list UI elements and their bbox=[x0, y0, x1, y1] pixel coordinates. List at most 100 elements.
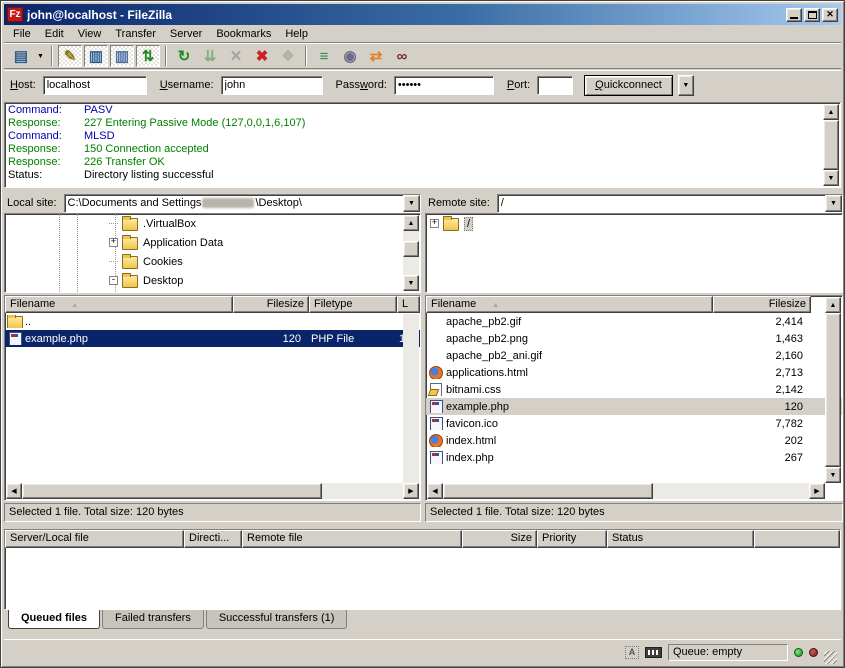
tree-expand-plus-icon[interactable]: + bbox=[109, 238, 118, 247]
local-list-vscrollbar[interactable] bbox=[403, 314, 419, 483]
toggle-queue-icon[interactable]: ⇅ bbox=[136, 45, 160, 67]
disconnect-icon[interactable]: ✖ bbox=[250, 45, 274, 67]
local-tree-scroll-thumb[interactable] bbox=[403, 241, 419, 257]
log-lines: Command:PASVResponse:227 Entering Passiv… bbox=[5, 103, 840, 182]
scroll-left-icon[interactable]: ◀ bbox=[427, 483, 443, 499]
column-header-filesize[interactable]: Filesize bbox=[233, 296, 309, 313]
password-input[interactable] bbox=[394, 76, 494, 95]
toggle-local-tree-icon[interactable]: ▥ bbox=[84, 45, 108, 67]
file-row[interactable]: index.html202 bbox=[426, 432, 842, 449]
scroll-down-icon[interactable]: ▼ bbox=[823, 170, 839, 186]
scroll-down-icon[interactable]: ▼ bbox=[403, 275, 419, 291]
speed-limits-icon[interactable] bbox=[645, 647, 662, 658]
scroll-right-icon[interactable]: ▶ bbox=[403, 483, 419, 499]
process-queue-icon[interactable]: ⇊ bbox=[198, 45, 222, 67]
tree-item[interactable]: -Desktop bbox=[5, 271, 420, 290]
menu-edit[interactable]: Edit bbox=[38, 26, 71, 42]
local-hscroll-thumb[interactable] bbox=[22, 483, 322, 499]
file-row[interactable]: .. bbox=[5, 313, 420, 330]
site-manager-icon[interactable]: ▤ bbox=[9, 45, 33, 67]
refresh-icon[interactable]: ↻ bbox=[172, 45, 196, 67]
file-row[interactable]: index.php267 bbox=[426, 449, 842, 466]
synchronized-browsing-icon[interactable]: ⇄ bbox=[364, 45, 388, 67]
remote-site-combo[interactable]: / ▼ bbox=[497, 194, 843, 213]
tree-item[interactable]: +/ bbox=[426, 214, 842, 233]
remote-combo-dropdown[interactable]: ▼ bbox=[825, 195, 842, 212]
close-button[interactable]: ✕ bbox=[822, 8, 838, 22]
menu-transfer[interactable]: Transfer bbox=[108, 26, 163, 42]
queue-column-priority[interactable]: Priority bbox=[537, 530, 607, 548]
local-tree-vscrollbar[interactable]: ▲ ▼ bbox=[403, 215, 419, 291]
resize-grip[interactable] bbox=[824, 651, 837, 664]
directory-filters-icon[interactable]: ≡ bbox=[312, 45, 336, 67]
scroll-down-icon[interactable]: ▼ bbox=[825, 467, 841, 483]
site-manager-dropdown-icon[interactable]: ▼ bbox=[34, 45, 47, 67]
column-header-filename[interactable]: Filename▲ bbox=[5, 296, 233, 313]
quickconnect-button[interactable]: Quickconnect bbox=[584, 75, 673, 96]
menu-bookmarks[interactable]: Bookmarks bbox=[209, 26, 278, 42]
toggle-remote-tree-icon[interactable]: ▥ bbox=[110, 45, 134, 67]
file-type: PHP File bbox=[309, 333, 397, 345]
menu-view[interactable]: View bbox=[71, 26, 109, 42]
port-input[interactable] bbox=[537, 76, 573, 95]
tree-item[interactable]: Cookies bbox=[5, 252, 420, 271]
file-row[interactable]: bitnami.css2,142 bbox=[426, 381, 842, 398]
column-header-l[interactable]: L bbox=[397, 296, 420, 313]
file-row[interactable]: apache_pb2_ani.gif2,160 bbox=[426, 347, 842, 364]
file-row[interactable]: favicon.ico7,782 bbox=[426, 415, 842, 432]
log-scroll-thumb[interactable] bbox=[823, 120, 839, 170]
column-header-filetype[interactable]: Filetype bbox=[309, 296, 397, 313]
menu-file[interactable]: File bbox=[6, 26, 38, 42]
file-row[interactable]: example.php120PHP File1 bbox=[5, 330, 420, 347]
tree-collapse-minus-icon[interactable]: - bbox=[109, 276, 118, 285]
queue-column-directi[interactable]: Directi... bbox=[184, 530, 242, 548]
queue-column-status[interactable]: Status bbox=[607, 530, 754, 548]
remote-hscroll-thumb[interactable] bbox=[443, 483, 653, 499]
log-vscrollbar[interactable]: ▲ ▼ bbox=[823, 104, 839, 186]
scroll-up-icon[interactable]: ▲ bbox=[825, 297, 841, 313]
cancel-operation-icon[interactable]: ✕ bbox=[224, 45, 248, 67]
quickconnect-dropdown-button[interactable]: ▼ bbox=[678, 75, 694, 96]
tree-expand-plus-icon[interactable]: + bbox=[430, 219, 439, 228]
column-header-filename[interactable]: Filename▲ bbox=[426, 296, 713, 313]
maximize-button[interactable] bbox=[804, 8, 820, 22]
menu-server[interactable]: Server bbox=[163, 26, 209, 42]
file-row[interactable]: apache_pb2.png1,463 bbox=[426, 330, 842, 347]
file-row[interactable]: example.php120 bbox=[426, 398, 842, 415]
file-row[interactable]: applications.html2,713 bbox=[426, 364, 842, 381]
file-name-text: example.php bbox=[25, 333, 88, 345]
local-list-hscrollbar[interactable]: ◀ ▶ bbox=[6, 483, 419, 499]
scroll-right-icon[interactable]: ▶ bbox=[809, 483, 825, 499]
remote-list-hscrollbar[interactable]: ◀ ▶ bbox=[427, 483, 825, 499]
queue-column-serverlocalfile[interactable]: Server/Local file bbox=[5, 530, 184, 548]
file-size-text: 120 bbox=[785, 401, 803, 413]
local-site-combo[interactable]: C:\Documents and Settings\Desktop\ ▼ bbox=[64, 194, 421, 213]
host-input[interactable] bbox=[43, 76, 147, 95]
remote-list-vscrollbar[interactable]: ▲ ▼ bbox=[825, 297, 841, 483]
tab-queued-files[interactable]: Queued files bbox=[8, 610, 100, 629]
scroll-left-icon[interactable]: ◀ bbox=[6, 483, 22, 499]
tree-item[interactable]: .VirtualBox bbox=[5, 214, 420, 233]
file-row[interactable]: apache_pb2.gif2,414 bbox=[426, 313, 842, 330]
scroll-up-icon[interactable]: ▲ bbox=[823, 104, 839, 120]
remote-vscroll-thumb[interactable] bbox=[825, 313, 841, 467]
firefox-html-icon bbox=[428, 434, 443, 447]
directory-comparison-icon[interactable]: ◉ bbox=[338, 45, 362, 67]
file-name: index.php bbox=[426, 451, 713, 464]
reconnect-icon[interactable]: ❖ bbox=[276, 45, 300, 67]
find-files-icon[interactable]: ∞ bbox=[390, 45, 414, 67]
php-file-icon bbox=[428, 451, 443, 464]
toggle-message-log-icon[interactable]: ✎ bbox=[58, 45, 82, 67]
minimize-button[interactable] bbox=[786, 8, 802, 22]
queue-column-size[interactable]: Size bbox=[462, 530, 537, 548]
menu-help[interactable]: Help bbox=[278, 26, 315, 42]
tab-failed-transfers[interactable]: Failed transfers bbox=[102, 610, 204, 629]
username-input[interactable] bbox=[221, 76, 323, 95]
tab-successful-transfers-[interactable]: Successful transfers (1) bbox=[206, 610, 348, 629]
tree-item[interactable]: +Application Data bbox=[5, 233, 420, 252]
local-combo-dropdown[interactable]: ▼ bbox=[403, 195, 420, 212]
scroll-up-icon[interactable]: ▲ bbox=[403, 215, 419, 231]
host-label: Host: bbox=[10, 79, 36, 91]
column-header-filesize[interactable]: Filesize bbox=[713, 296, 811, 313]
queue-column-remotefile[interactable]: Remote file bbox=[242, 530, 462, 548]
